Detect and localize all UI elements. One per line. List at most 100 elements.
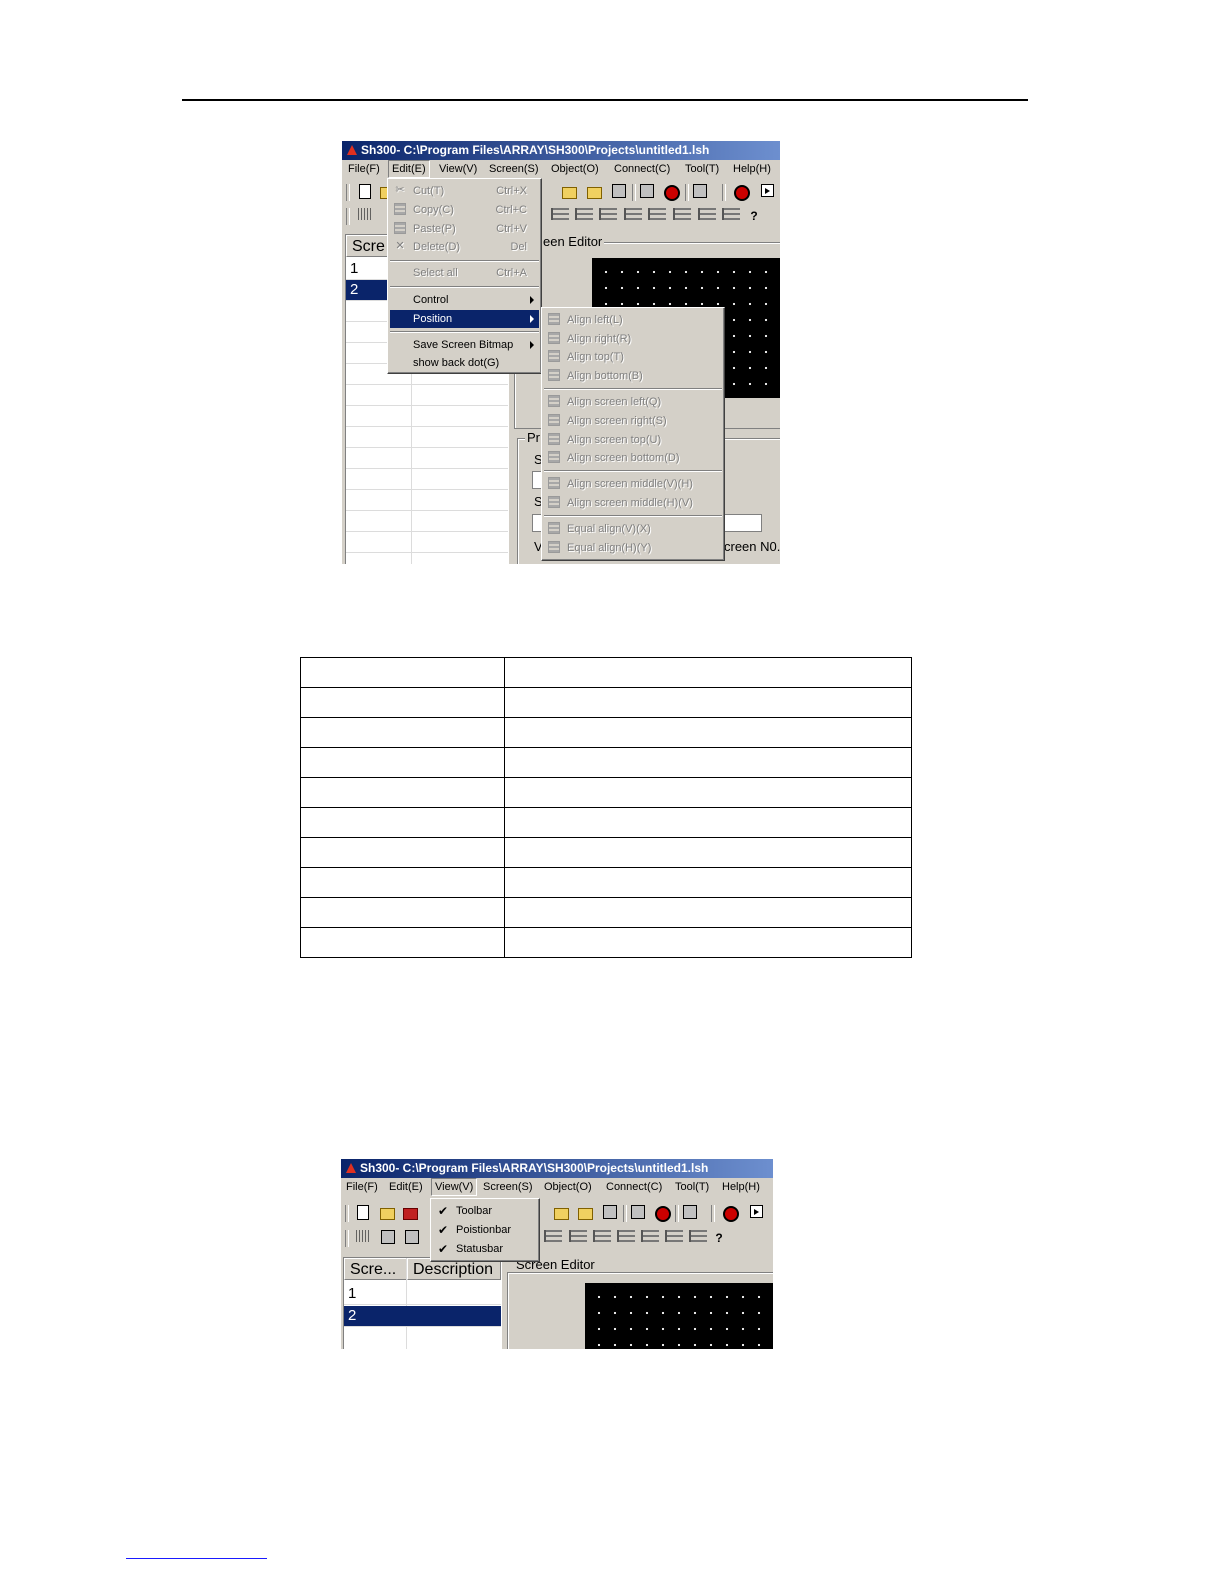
menu-edit[interactable]: Edit(E) bbox=[388, 160, 430, 178]
window-title: Sh300- C:\Program Files\ARRAY\SH300\Proj… bbox=[361, 143, 710, 157]
new-file-icon[interactable] bbox=[359, 184, 371, 199]
menu-item-toolbar[interactable]: ✔ Toolbar bbox=[433, 1202, 537, 1220]
menu-object[interactable]: Object(O) bbox=[548, 160, 602, 178]
help-icon[interactable]: ? bbox=[746, 208, 762, 224]
equal-align-h-icon[interactable] bbox=[722, 208, 740, 220]
computer-icon[interactable] bbox=[640, 184, 654, 198]
menu-item-align-screen-middle-vh[interactable]: Align screen middle(V)(H) bbox=[544, 475, 722, 493]
table-row bbox=[300, 807, 912, 838]
menu-item-align-left[interactable]: Align left(L) bbox=[544, 311, 722, 329]
menu-help[interactable]: Help(H) bbox=[730, 160, 774, 178]
menu-item-control[interactable]: Control bbox=[390, 291, 539, 309]
menu-view[interactable]: View(V) bbox=[436, 160, 480, 178]
menu-item-paste[interactable]: Paste(P) Ctrl+V bbox=[390, 220, 539, 238]
align-screen-left-icon[interactable] bbox=[551, 208, 569, 220]
menu-screen[interactable]: Screen(S) bbox=[480, 1178, 536, 1196]
menu-edit[interactable]: Edit(E) bbox=[386, 1178, 426, 1196]
align-screen-left-icon bbox=[548, 395, 560, 407]
app-icon bbox=[347, 145, 357, 155]
screen-editor-label: een Editor bbox=[541, 234, 605, 249]
menu-item-equal-align-vx[interactable]: Equal align(V)(X) bbox=[544, 520, 722, 538]
align-top-icon bbox=[548, 350, 560, 362]
menu-view[interactable]: View(V) bbox=[431, 1178, 478, 1196]
align-middle-v-icon[interactable] bbox=[617, 1230, 635, 1242]
align-screen-bottom-icon[interactable] bbox=[593, 1230, 611, 1242]
alarm-clock-icon[interactable] bbox=[655, 1206, 671, 1222]
equal-align-h-icon[interactable] bbox=[689, 1230, 707, 1242]
menu-item-align-top[interactable]: Align top(T) bbox=[544, 348, 722, 366]
grid-icon[interactable] bbox=[356, 1230, 370, 1242]
menu-item-position[interactable]: Position bbox=[390, 310, 539, 328]
description-field[interactable] bbox=[724, 514, 762, 532]
equal-align-v-icon[interactable] bbox=[698, 208, 716, 220]
screen-copy-icon[interactable] bbox=[612, 184, 626, 198]
list-header-screen[interactable]: Scre... bbox=[344, 1258, 407, 1280]
folder-icon[interactable] bbox=[587, 187, 602, 199]
align-middle-h-icon[interactable] bbox=[641, 1230, 659, 1242]
align-screen-right-icon[interactable] bbox=[575, 208, 593, 220]
menu-file[interactable]: File(F) bbox=[343, 1178, 381, 1196]
menu-item-align-screen-left[interactable]: Align screen left(Q) bbox=[544, 393, 722, 411]
menu-connect[interactable]: Connect(C) bbox=[603, 1178, 665, 1196]
screen-open-icon[interactable] bbox=[554, 1208, 569, 1220]
menu-connect[interactable]: Connect(C) bbox=[611, 160, 673, 178]
menu-item-align-screen-right[interactable]: Align screen right(S) bbox=[544, 412, 722, 430]
align-screen-bottom-icon[interactable] bbox=[624, 208, 642, 220]
menu-item-align-screen-bottom[interactable]: Align screen bottom(D) bbox=[544, 449, 722, 467]
menu-item-positionbar[interactable]: ✔ Poistionbar bbox=[433, 1221, 537, 1239]
menu-item-show-back-dot[interactable]: show back dot(G) bbox=[390, 354, 539, 372]
new-file-icon[interactable] bbox=[357, 1205, 369, 1220]
list-row-2[interactable]: 2 bbox=[344, 1306, 501, 1327]
screen-copy-icon[interactable] bbox=[603, 1205, 617, 1219]
align-screen-left-icon[interactable] bbox=[544, 1230, 562, 1242]
list-row-1[interactable]: 1 bbox=[344, 1284, 501, 1305]
align-middle-v-icon[interactable] bbox=[648, 208, 666, 220]
screen-open-icon[interactable] bbox=[562, 187, 577, 199]
screen-canvas[interactable] bbox=[585, 1283, 773, 1349]
menu-item-copy[interactable]: Copy(C) Ctrl+C bbox=[390, 201, 539, 219]
menu-file[interactable]: File(F) bbox=[345, 160, 383, 178]
open-folder-icon[interactable] bbox=[380, 1208, 395, 1220]
screen-no-label: creen N0. bbox=[722, 539, 780, 554]
menu-tool[interactable]: Tool(T) bbox=[672, 1178, 712, 1196]
menu-tool[interactable]: Tool(T) bbox=[682, 160, 722, 178]
bring-front-icon[interactable] bbox=[381, 1230, 395, 1244]
help-icon[interactable]: ? bbox=[711, 1230, 727, 1246]
checkmark-icon: ✔ bbox=[438, 1223, 449, 1237]
grid-icon[interactable] bbox=[358, 208, 372, 220]
align-screen-top-icon[interactable] bbox=[599, 208, 617, 220]
align-screen-bottom-icon bbox=[548, 451, 560, 463]
align-screen-top-icon[interactable] bbox=[569, 1230, 587, 1242]
download-icon[interactable] bbox=[693, 184, 707, 198]
folder-icon[interactable] bbox=[578, 1208, 593, 1220]
menu-item-select-all[interactable]: Select all Ctrl+A bbox=[390, 264, 539, 282]
send-back-icon[interactable] bbox=[405, 1230, 419, 1244]
save-folder-icon[interactable] bbox=[403, 1208, 418, 1220]
menu-item-statusbar[interactable]: ✔ Statusbar bbox=[433, 1240, 537, 1258]
computer-icon[interactable] bbox=[631, 1205, 645, 1219]
run-icon[interactable] bbox=[761, 184, 774, 197]
menu-item-align-bottom[interactable]: Align bottom(B) bbox=[544, 367, 722, 385]
align-middle-h-icon bbox=[548, 496, 560, 508]
submenu-arrow-icon bbox=[530, 341, 534, 349]
toolbar bbox=[341, 1202, 773, 1224]
alarm-clock-icon[interactable] bbox=[664, 185, 680, 201]
screen-list[interactable]: Scre... Description 1 2 bbox=[343, 1257, 502, 1349]
run-icon[interactable] bbox=[750, 1205, 763, 1218]
align-middle-h-icon[interactable] bbox=[673, 208, 691, 220]
menu-item-align-right[interactable]: Align right(R) bbox=[544, 330, 722, 348]
record-icon[interactable] bbox=[723, 1206, 739, 1222]
menu-item-cut[interactable]: ✂ Cut(T) Ctrl+X bbox=[390, 182, 539, 200]
menu-help[interactable]: Help(H) bbox=[719, 1178, 763, 1196]
menu-item-equal-align-hy[interactable]: Equal align(H)(Y) bbox=[544, 539, 722, 557]
menu-screen[interactable]: Screen(S) bbox=[486, 160, 542, 178]
menu-item-align-screen-middle-hv[interactable]: Align screen middle(H)(V) bbox=[544, 494, 722, 512]
menu-item-align-screen-top[interactable]: Align screen top(U) bbox=[544, 431, 722, 449]
equal-align-v-icon[interactable] bbox=[665, 1230, 683, 1242]
record-icon[interactable] bbox=[734, 185, 750, 201]
download-icon[interactable] bbox=[683, 1205, 697, 1219]
menu-item-delete[interactable]: ✕ Delete(D) Del bbox=[390, 238, 539, 256]
menu-object[interactable]: Object(O) bbox=[541, 1178, 595, 1196]
app-icon bbox=[346, 1163, 356, 1173]
menu-item-save-screen-bitmap[interactable]: Save Screen Bitmap bbox=[390, 336, 539, 354]
